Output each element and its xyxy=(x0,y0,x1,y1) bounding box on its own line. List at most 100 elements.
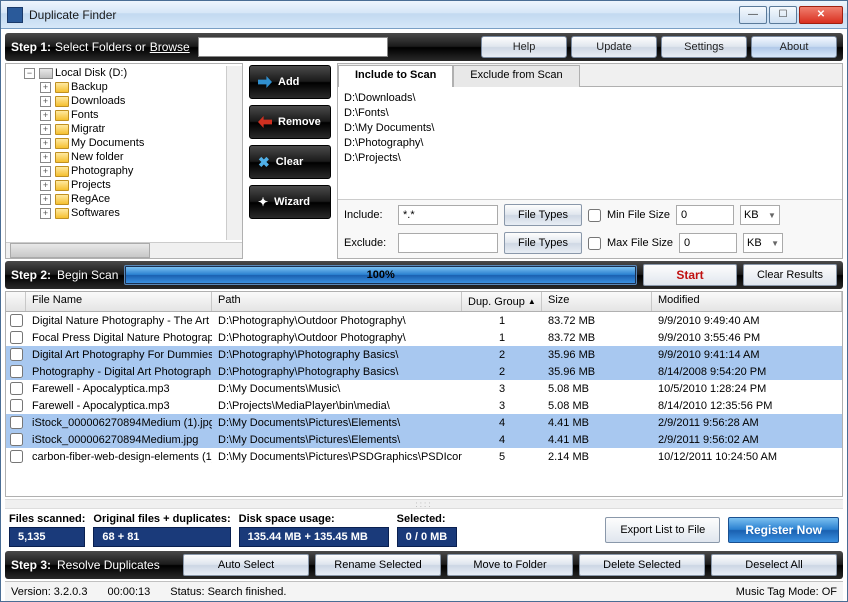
folder-input[interactable] xyxy=(198,37,388,57)
add-button[interactable]: Add xyxy=(249,65,331,99)
expand-icon[interactable]: + xyxy=(40,124,51,135)
table-row[interactable]: iStock_000006270894Medium.jpgD:\My Docum… xyxy=(6,431,842,448)
update-button[interactable]: Update xyxy=(571,36,657,58)
remove-button[interactable]: Remove xyxy=(249,105,331,139)
scan-paths-list[interactable]: D:\Downloads\D:\Fonts\D:\My Documents\D:… xyxy=(338,86,842,199)
tree-item[interactable]: +Backup xyxy=(40,80,226,94)
expand-icon[interactable]: + xyxy=(40,194,51,205)
include-filetypes-button[interactable]: File Types xyxy=(504,204,582,226)
table-row[interactable]: Farewell - Apocalyptica.mp3D:\My Documen… xyxy=(6,380,842,397)
expand-icon[interactable]: + xyxy=(40,208,51,219)
start-button[interactable]: Start xyxy=(643,264,737,286)
about-button[interactable]: About xyxy=(751,36,837,58)
scan-path[interactable]: D:\My Documents\ xyxy=(344,121,836,136)
include-input[interactable] xyxy=(398,205,498,225)
tab-exclude[interactable]: Exclude from Scan xyxy=(453,65,579,87)
table-row[interactable]: iStock_000006270894Medium (1).jpgD:\My D… xyxy=(6,414,842,431)
progress-percent: 100% xyxy=(125,266,636,284)
col-modified[interactable]: Modified xyxy=(652,292,842,311)
register-button[interactable]: Register Now xyxy=(728,517,839,543)
row-checkbox[interactable] xyxy=(10,416,23,429)
row-checkbox[interactable] xyxy=(10,314,23,327)
auto-select-button[interactable]: Auto Select xyxy=(183,554,309,576)
max-size-input[interactable] xyxy=(679,233,737,253)
table-row[interactable]: Digital Art Photography For Dummies.D:\P… xyxy=(6,346,842,363)
col-path[interactable]: Path xyxy=(212,292,462,311)
table-row[interactable]: Digital Nature Photography - The ArtD:\P… xyxy=(6,312,842,329)
tree-item[interactable]: +Photography xyxy=(40,164,226,178)
expand-icon[interactable]: + xyxy=(40,166,51,177)
help-button[interactable]: Help xyxy=(481,36,567,58)
scan-path[interactable]: D:\Photography\ xyxy=(344,136,836,151)
results-grid[interactable]: File Name Path Dup. Group▲ Size Modified… xyxy=(5,291,843,497)
export-button[interactable]: Export List to File xyxy=(605,517,720,543)
clear-results-button[interactable]: Clear Results xyxy=(743,264,837,286)
min-size-unit[interactable]: KB▼ xyxy=(740,205,780,225)
exclude-filetypes-button[interactable]: File Types xyxy=(504,232,582,254)
browse-link[interactable]: Browse xyxy=(150,40,190,54)
folder-icon xyxy=(55,110,69,121)
max-size-checkbox[interactable] xyxy=(588,237,601,250)
delete-selected-button[interactable]: Delete Selected xyxy=(579,554,705,576)
titlebar: Duplicate Finder — ☐ ✕ xyxy=(1,1,847,29)
row-checkbox[interactable] xyxy=(10,433,23,446)
wizard-icon: ✦ xyxy=(258,195,268,209)
settings-button[interactable]: Settings xyxy=(661,36,747,58)
col-group[interactable]: Dup. Group▲ xyxy=(462,292,542,311)
move-to-folder-button[interactable]: Move to Folder xyxy=(447,554,573,576)
exclude-input[interactable] xyxy=(398,233,498,253)
orig-label: Original files + duplicates: xyxy=(93,513,230,525)
row-checkbox[interactable] xyxy=(10,331,23,344)
selected-value: 0 / 0 MB xyxy=(397,527,457,547)
tree-item[interactable]: +Migratr xyxy=(40,122,226,136)
expand-icon[interactable]: + xyxy=(40,96,51,107)
row-checkbox[interactable] xyxy=(10,348,23,361)
minimize-button[interactable]: — xyxy=(739,6,767,24)
table-row[interactable]: Photography - Digital Art PhotographD:\P… xyxy=(6,363,842,380)
row-checkbox[interactable] xyxy=(10,399,23,412)
tree-root[interactable]: −Local Disk (D:) xyxy=(24,66,226,80)
deselect-all-button[interactable]: Deselect All xyxy=(711,554,837,576)
clear-icon: ✖ xyxy=(258,155,270,169)
table-row[interactable]: carbon-fiber-web-design-elements (1)D:\M… xyxy=(6,448,842,465)
maximize-button[interactable]: ☐ xyxy=(769,6,797,24)
rename-selected-button[interactable]: Rename Selected xyxy=(315,554,441,576)
tree-hscroll[interactable] xyxy=(6,242,242,258)
scan-path[interactable]: D:\Downloads\ xyxy=(344,91,836,106)
scan-path[interactable]: D:\Fonts\ xyxy=(344,106,836,121)
splitter[interactable]: :::: xyxy=(5,499,843,509)
scan-path[interactable]: D:\Projects\ xyxy=(344,151,836,166)
col-size[interactable]: Size xyxy=(542,292,652,311)
tree-item[interactable]: +Softwares xyxy=(40,206,226,220)
clear-button[interactable]: ✖Clear xyxy=(249,145,331,179)
close-button[interactable]: ✕ xyxy=(799,6,843,24)
folder-tree[interactable]: −Local Disk (D:) +Backup+Downloads+Fonts… xyxy=(5,63,243,259)
version-text: Version: 3.2.0.3 xyxy=(11,586,87,598)
wizard-button[interactable]: ✦Wizard xyxy=(249,185,331,219)
tree-item[interactable]: +New folder xyxy=(40,150,226,164)
expand-icon[interactable]: + xyxy=(40,180,51,191)
table-row[interactable]: Farewell - Apocalyptica.mp3D:\Projects\M… xyxy=(6,397,842,414)
tree-item[interactable]: +RegAce xyxy=(40,192,226,206)
col-filename[interactable]: File Name xyxy=(26,292,212,311)
tree-item[interactable]: +My Documents xyxy=(40,136,226,150)
row-checkbox[interactable] xyxy=(10,450,23,463)
collapse-icon[interactable]: − xyxy=(24,68,35,79)
tab-include[interactable]: Include to Scan xyxy=(338,65,453,87)
expand-icon[interactable]: + xyxy=(40,110,51,121)
min-size-checkbox[interactable] xyxy=(588,209,601,222)
tree-item[interactable]: +Downloads xyxy=(40,94,226,108)
chevron-down-icon: ▼ xyxy=(768,211,779,220)
row-checkbox[interactable] xyxy=(10,382,23,395)
expand-icon[interactable]: + xyxy=(40,138,51,149)
status-message: Status: Search finished. xyxy=(170,586,286,598)
expand-icon[interactable]: + xyxy=(40,82,51,93)
tree-item[interactable]: +Projects xyxy=(40,178,226,192)
table-row[interactable]: Focal Press Digital Nature PhotograpD:\P… xyxy=(6,329,842,346)
max-size-unit[interactable]: KB▼ xyxy=(743,233,783,253)
row-checkbox[interactable] xyxy=(10,365,23,378)
min-size-input[interactable] xyxy=(676,205,734,225)
expand-icon[interactable]: + xyxy=(40,152,51,163)
tree-item[interactable]: +Fonts xyxy=(40,108,226,122)
tree-vscroll[interactable] xyxy=(226,66,242,240)
